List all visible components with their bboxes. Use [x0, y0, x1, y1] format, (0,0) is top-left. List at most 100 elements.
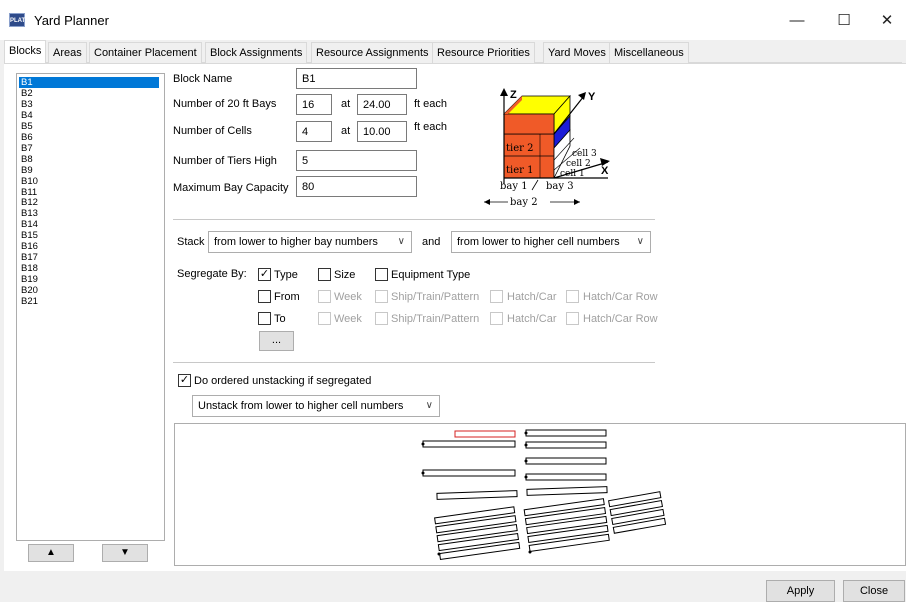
- bays-input[interactable]: [296, 94, 332, 115]
- app-icon: PLAT: [9, 13, 25, 27]
- bay-length-input[interactable]: [357, 94, 407, 115]
- stack-cell-order-select[interactable]: from lower to higher cell numbers ∨: [451, 231, 651, 253]
- block-name-input[interactable]: [296, 68, 417, 89]
- from-week-checkbox[interactable]: [318, 290, 331, 303]
- block-list-item[interactable]: B17: [19, 252, 159, 263]
- tab-areas[interactable]: Areas: [48, 42, 87, 63]
- yard-layout-preview[interactable]: [174, 423, 906, 566]
- to-checkbox[interactable]: [258, 312, 271, 325]
- move-down-button[interactable]: ▼: [102, 544, 148, 562]
- block-list-item[interactable]: B6: [19, 132, 159, 143]
- equipment-type-checkbox[interactable]: [375, 268, 388, 281]
- equipment-type-checkbox-label: Equipment Type: [391, 269, 471, 281]
- from-hatch-car-checkbox[interactable]: [490, 290, 503, 303]
- to-checkbox-label: To: [274, 313, 286, 325]
- yard-blocks-drawing: [421, 429, 667, 561]
- from-ship-train-pattern-checkbox[interactable]: [375, 290, 388, 303]
- cell-2-label: cell 2: [566, 159, 591, 169]
- from-ship-train-pattern-label: Ship/Train/Pattern: [391, 291, 480, 303]
- to-ship-train-pattern-checkbox[interactable]: [375, 312, 388, 325]
- block-list-item[interactable]: B16: [19, 241, 159, 252]
- block-list-item[interactable]: B18: [19, 263, 159, 274]
- block-list-item[interactable]: B9: [19, 165, 159, 176]
- to-week-label: Week: [334, 313, 362, 325]
- ordered-unstacking-label: Do ordered unstacking if segregated: [194, 375, 372, 387]
- stack-label: Stack: [177, 236, 205, 248]
- block-list-item[interactable]: B8: [19, 154, 159, 165]
- chevron-down-icon: ∨: [397, 236, 405, 247]
- from-hatch-car-row-checkbox[interactable]: [566, 290, 579, 303]
- close-window-button[interactable]: ✕: [869, 8, 905, 34]
- cell-width-input[interactable]: [357, 121, 407, 142]
- maximize-button[interactable]: ☐: [826, 8, 862, 34]
- bays-label: Number of 20 ft Bays: [173, 98, 277, 110]
- block-list-item[interactable]: B5: [19, 121, 159, 132]
- tier-1-label: tier 1: [506, 165, 533, 176]
- capacity-label: Maximum Bay Capacity: [173, 182, 289, 194]
- divider-1: [173, 219, 655, 220]
- cells-input[interactable]: [296, 121, 332, 142]
- unstack-order-value: Unstack from lower to higher cell number…: [198, 400, 404, 412]
- ft-each-label-1: ft each: [414, 98, 448, 110]
- tab-resource-priorities[interactable]: Resource Priorities: [432, 42, 535, 63]
- block-list-item[interactable]: B15: [19, 230, 159, 241]
- type-checkbox-label: Type: [274, 269, 298, 281]
- tab-blocks[interactable]: Blocks: [4, 40, 47, 64]
- stack-bay-order-select[interactable]: from lower to higher bay numbers ∨: [208, 231, 412, 253]
- tab-bar: Blocks Areas Container Placement Block A…: [4, 40, 902, 64]
- block-list-item[interactable]: B3: [19, 99, 159, 110]
- axis-z-label: Z: [510, 89, 517, 101]
- type-checkbox[interactable]: ✓: [258, 268, 271, 281]
- apply-button[interactable]: Apply: [766, 580, 835, 602]
- block-list-item[interactable]: B19: [19, 274, 159, 285]
- to-hatch-car-row-label: Hatch/Car Row: [583, 313, 658, 325]
- block-list-item[interactable]: B12: [19, 197, 159, 208]
- at-label-1: at: [341, 98, 351, 110]
- block-list-item[interactable]: B2: [19, 88, 159, 99]
- and-label: and: [422, 236, 441, 248]
- chevron-down-icon: ∨: [636, 236, 644, 247]
- capacity-input[interactable]: [296, 176, 417, 197]
- size-checkbox-label: Size: [334, 269, 356, 281]
- cell-3-label: cell 3: [572, 149, 597, 159]
- tab-block-assignments[interactable]: Block Assignments: [205, 42, 308, 63]
- bay-3-label: bay 3: [546, 181, 574, 192]
- block-list-item[interactable]: B13: [19, 208, 159, 219]
- block-list-item[interactable]: B14: [19, 219, 159, 230]
- to-hatch-car-checkbox[interactable]: [490, 312, 503, 325]
- tab-miscellaneous[interactable]: Miscellaneous: [609, 42, 689, 63]
- to-hatch-car-row-checkbox[interactable]: [566, 312, 579, 325]
- from-hatch-car-row-label: Hatch/Car Row: [583, 291, 658, 303]
- cell-1-label: cell 1: [560, 169, 585, 179]
- ordered-unstacking-checkbox[interactable]: ✓: [178, 374, 191, 387]
- tiers-label: Number of Tiers High: [173, 155, 277, 167]
- from-checkbox-label: From: [274, 291, 300, 303]
- tab-yard-moves[interactable]: Yard Moves: [543, 42, 611, 63]
- segregate-label: Segregate By:: [177, 268, 247, 280]
- block-axes-diagram: Z Y X tier 2 tier 1 cell 3 cell 2 cell 1…: [484, 88, 610, 208]
- block-list-item[interactable]: B21: [19, 296, 159, 307]
- block-list-item[interactable]: B20: [19, 285, 159, 296]
- block-list-item[interactable]: B7: [19, 143, 159, 154]
- block-list-item[interactable]: B1: [19, 77, 159, 88]
- to-week-checkbox[interactable]: [318, 312, 331, 325]
- move-up-button[interactable]: ▲: [28, 544, 74, 562]
- bay-1-label: bay 1: [500, 181, 528, 192]
- tier-2-label: tier 2: [506, 143, 533, 154]
- block-list-item[interactable]: B11: [19, 187, 159, 198]
- from-checkbox[interactable]: [258, 290, 271, 303]
- block-list-item[interactable]: B4: [19, 110, 159, 121]
- from-week-label: Week: [334, 291, 362, 303]
- tab-resource-assignments[interactable]: Resource Assignments: [311, 42, 434, 63]
- to-hatch-car-label: Hatch/Car: [507, 313, 557, 325]
- close-button[interactable]: Close: [843, 580, 905, 602]
- block-list-item[interactable]: B10: [19, 176, 159, 187]
- tiers-input[interactable]: [296, 150, 417, 171]
- tab-container-placement[interactable]: Container Placement: [89, 42, 202, 63]
- axis-x-label: X: [601, 165, 609, 177]
- unstack-order-select[interactable]: Unstack from lower to higher cell number…: [192, 395, 440, 417]
- more-options-button[interactable]: ...: [259, 331, 294, 351]
- from-hatch-car-label: Hatch/Car: [507, 291, 557, 303]
- minimize-button[interactable]: —: [779, 8, 815, 34]
- size-checkbox[interactable]: [318, 268, 331, 281]
